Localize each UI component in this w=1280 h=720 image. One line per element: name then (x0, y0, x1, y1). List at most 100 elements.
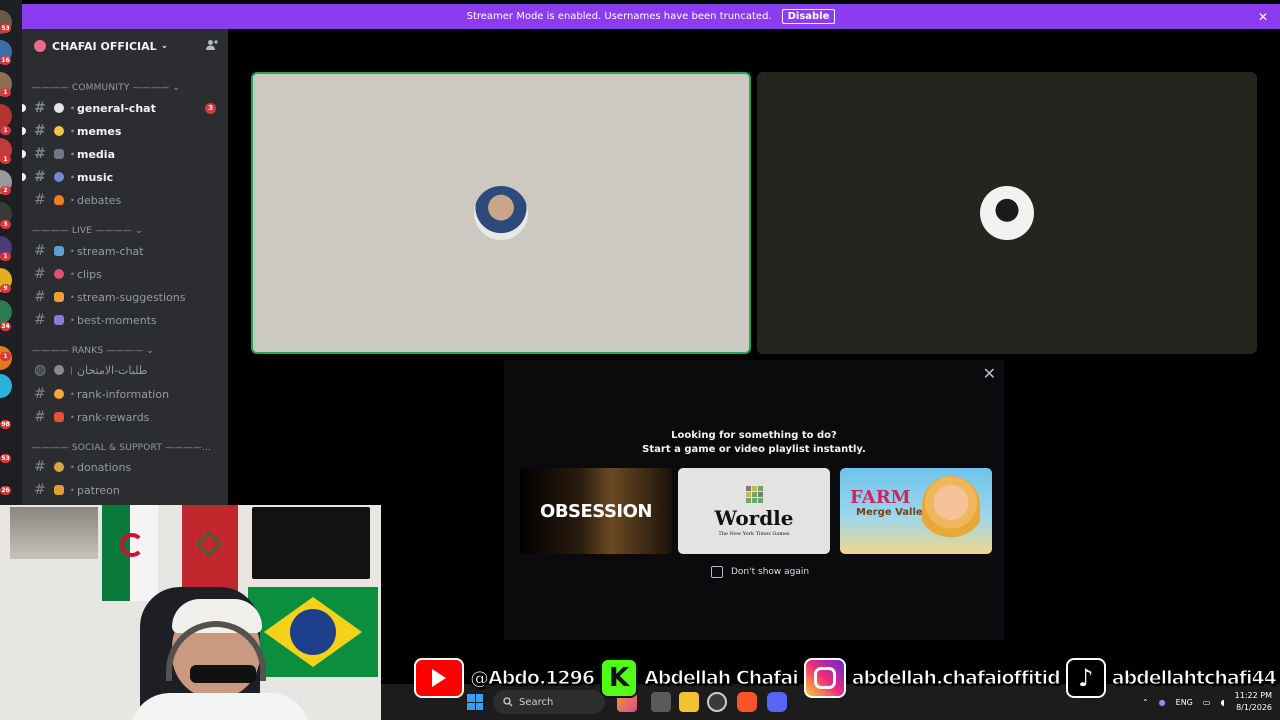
hand-icon (54, 365, 64, 375)
dont-show-again[interactable]: Don't show again (711, 566, 809, 578)
hash-icon: # (34, 169, 46, 185)
hash-icon: # (34, 192, 46, 208)
hash-icon: # (34, 459, 46, 475)
activity-suggestion-panel: ✕ Looking for something to do? Start a g… (504, 360, 1004, 640)
hash-icon: # (34, 482, 46, 498)
channel-memes[interactable]: # • memes (22, 120, 228, 142)
category-social-support[interactable]: ———— SOCIAL & SUPPORT ————... (32, 443, 211, 453)
shirt (130, 693, 310, 720)
channel-best-moments[interactable]: # • best-moments (22, 309, 228, 331)
rail-badge: 53 (0, 24, 11, 33)
server-header[interactable]: CHAFAI OFFICIAL ⌄ (22, 29, 228, 63)
server-icon[interactable] (0, 104, 12, 128)
channel-name: patreon (77, 483, 120, 497)
rail-badge: 2 (0, 186, 11, 195)
hash-icon: # (34, 100, 46, 116)
hash-icon: # (34, 146, 46, 162)
rail-badge: 1 (0, 126, 11, 135)
separator-dot: • (70, 389, 75, 399)
algeria-flag (102, 505, 158, 601)
category-community[interactable]: ———— COMMUNITY ———— ⌄ (32, 83, 180, 93)
close-icon[interactable]: ✕ (1258, 10, 1268, 24)
hash-icon: # (34, 409, 46, 425)
separator-dot: • (70, 485, 75, 495)
channel-rank-rewards[interactable]: # • rank-rewards (22, 406, 228, 428)
tv-icon (54, 246, 64, 256)
hash-icon: # (34, 266, 46, 282)
sunglasses (190, 665, 256, 683)
channel-sidebar: CHAFAI OFFICIAL ⌄ ———— COMMUNITY ———— ⌄ … (22, 29, 228, 505)
hash-icon: # (34, 386, 46, 402)
disable-button[interactable]: Disable (781, 9, 836, 24)
video-tile[interactable] (757, 72, 1257, 354)
rail-badge: 9 (0, 284, 11, 293)
rail-badge: 26 (0, 486, 11, 495)
social-handles-overlay: @Abdo.1296 K Abdellah Chafai abdellah.ch… (414, 657, 1277, 699)
server-icon[interactable] (0, 300, 12, 324)
separator-dot: • (70, 126, 76, 136)
mention-badge: 3 (205, 102, 216, 114)
hash-icon: # (34, 243, 46, 259)
youtube-icon (414, 658, 464, 698)
server-name: CHAFAI OFFICIAL (52, 39, 157, 53)
checkbox[interactable] (711, 566, 723, 578)
category-live[interactable]: ———— LIVE ———— ⌄ (32, 226, 143, 236)
server-logo-icon (34, 40, 46, 52)
channel-name: rank-information (77, 387, 170, 401)
fire-icon (54, 195, 64, 205)
channel-general-chat[interactable]: # • general-chat 3 (22, 97, 228, 119)
user-avatar (474, 186, 528, 240)
game-card-farm-merge-valley[interactable]: FARM Merge Valley (840, 468, 992, 554)
channel-name: clips (77, 267, 102, 281)
instagram-icon (803, 658, 846, 698)
rail-badge: 1 (0, 352, 11, 361)
person-add-icon[interactable] (206, 39, 218, 54)
date: 8/1/2026 (1236, 703, 1272, 712)
game-subtitle: The New York Times Games (718, 530, 790, 537)
separator-dot: • (70, 269, 75, 279)
user-avatar (980, 186, 1034, 240)
server-icon[interactable] (0, 374, 12, 398)
game-card-obsession[interactable]: OBSESSION (520, 468, 672, 554)
trophy-icon (54, 485, 64, 495)
screen: 53 16 1 1 1 2 3 1 9 24 1 98 53 26 Stream… (0, 0, 1280, 720)
separator-dot: • (70, 246, 75, 256)
medal-icon (54, 389, 64, 399)
rail-badge: 24 (0, 322, 11, 331)
channel-debates[interactable]: # • debates (22, 189, 228, 211)
channel-name: rank-rewards (77, 410, 150, 424)
banner-message: Streamer Mode is enabled. Usernames have… (466, 11, 772, 22)
channel-patreon[interactable]: # • patreon (22, 479, 228, 501)
wall-painting (10, 507, 98, 559)
laughing-face-icon (54, 126, 64, 136)
instagram-handle: abdellah.chafaioffitid (851, 667, 1061, 690)
separator-dot: | (70, 365, 73, 375)
channel-stream-suggestions[interactable]: # • stream-suggestions (22, 286, 228, 308)
rail-badge: 1 (0, 155, 11, 164)
channel-donations[interactable]: # • donations (22, 456, 228, 478)
unread-indicator (22, 173, 26, 181)
channel-exam-requests[interactable]: ◍ | طلبات-الامتحان (22, 359, 228, 381)
game-card-wordle[interactable]: Wordle The New York Times Games (678, 468, 830, 554)
hash-icon: # (34, 123, 46, 139)
tiktok-icon: ♪ (1065, 658, 1106, 698)
channel-clips[interactable]: # • clips (22, 263, 228, 285)
chevron-down-icon: ⌄ (160, 41, 169, 51)
scissors-icon (54, 269, 64, 279)
channel-name: donations (77, 460, 132, 474)
video-tile-speaking[interactable] (251, 72, 751, 354)
wordle-grid-icon (745, 485, 763, 503)
channel-media[interactable]: # • media (22, 143, 228, 165)
separator-dot: • (70, 103, 76, 113)
channel-rank-information[interactable]: # • rank-information (22, 383, 228, 405)
forum-icon: ◍ (34, 362, 47, 378)
channel-music[interactable]: # • music (22, 166, 228, 188)
separator-dot: • (70, 172, 76, 182)
category-ranks[interactable]: ———— RANKS ———— ⌄ (32, 346, 154, 356)
youtube-handle: @Abdo.1296 (469, 667, 595, 690)
megaphone-icon (54, 292, 64, 302)
close-icon[interactable]: ✕ (983, 364, 996, 383)
gift-icon (54, 412, 64, 422)
channel-name: media (77, 147, 115, 161)
channel-stream-chat[interactable]: # • stream-chat (22, 240, 228, 262)
